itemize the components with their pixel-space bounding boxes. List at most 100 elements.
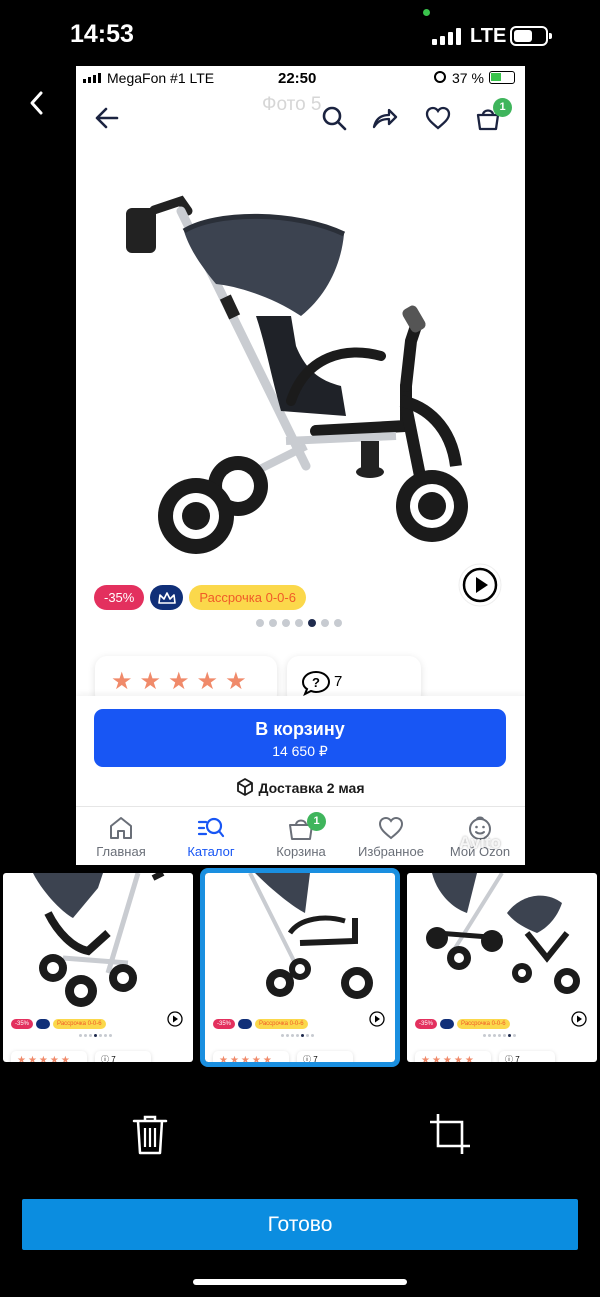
arrow-left-icon[interactable] <box>93 104 121 132</box>
tab-cart[interactable]: Корзина 1 <box>256 808 346 859</box>
tab-home[interactable]: Главная <box>76 808 166 859</box>
pagination-dot <box>295 619 303 627</box>
network-type: LTE <box>470 25 507 47</box>
tab-cart-label: Корзина <box>276 844 326 859</box>
thumbnail-1-questions: ⓘ 7 <box>95 1051 151 1062</box>
premium-crown-badge <box>150 585 184 610</box>
thumbnail-2-discount: -35% <box>213 1019 236 1029</box>
thumbnail-1[interactable]: -35% Рассрочка 0-0-6 ★★★★★ ⓘ 7 <box>3 873 193 1062</box>
discount-badge: -35% <box>94 585 145 610</box>
play-video-icon[interactable] <box>457 562 503 608</box>
question-bubble-icon: ? <box>301 670 331 696</box>
rotation-lock-icon <box>434 71 446 83</box>
box-icon <box>237 778 254 796</box>
tab-home-label: Главная <box>96 844 146 859</box>
os-clock: 14:53 <box>70 20 134 48</box>
thumbnail-3-questions: ⓘ 7 <box>499 1051 555 1062</box>
os-status-bar: 14:53 LTE <box>0 0 600 66</box>
inner-battery-percent: 37 % <box>452 70 484 86</box>
bottom-tab-bar: Главная Каталог Корзина 1 Избранное Мой … <box>76 808 525 865</box>
pagination-dot <box>282 619 290 627</box>
photo-pagination-dots <box>256 619 342 627</box>
star-icon: ★ <box>168 668 190 695</box>
thumbnail-1-stars: ★★★★★ <box>11 1051 87 1062</box>
divider <box>76 806 525 807</box>
trash-icon[interactable] <box>130 1113 170 1157</box>
catalog-search-icon <box>197 817 225 838</box>
thumbnail-2-stars: ★★★★★ <box>213 1051 289 1062</box>
tab-catalog-label: Каталог <box>187 844 235 859</box>
thumbnail-3-crown <box>440 1019 455 1029</box>
thumbnail-3-discount: -35% <box>415 1019 438 1029</box>
home-icon <box>110 817 132 839</box>
thumbnail-1-dots <box>79 1034 112 1037</box>
thumbnail-2-badges: -35% Рассрочка 0-0-6 <box>213 1019 308 1029</box>
thumbnail-3-stars: ★★★★★ <box>415 1051 491 1062</box>
screenshot-preview: MegaFon #1 LTE 22:50 37 % Фото 5 1 -35% … <box>76 66 525 865</box>
star-icon: ★ <box>225 668 247 695</box>
thumbnail-3-installment: Рассрочка 0-0-6 <box>457 1019 510 1029</box>
delivery-label: Доставка 2 мая <box>258 780 365 796</box>
inner-clock: 22:50 <box>278 70 317 87</box>
delivery-info[interactable]: Доставка 2 мая <box>76 778 525 796</box>
thumbnail-1-play-icon <box>167 1011 183 1027</box>
avito-watermark: Avito <box>459 833 501 852</box>
battery-icon <box>510 26 552 46</box>
thumbnail-3-badges: -35% Рассрочка 0-0-6 <box>415 1019 510 1029</box>
pagination-dot <box>321 619 329 627</box>
thumbnail-1-installment: Рассрочка 0-0-6 <box>53 1019 106 1029</box>
search-icon[interactable] <box>320 104 348 132</box>
thumbnail-1-crown <box>36 1019 51 1029</box>
tab-favorites[interactable]: Избранное <box>346 808 436 859</box>
tricycle-product-image[interactable] <box>106 176 506 576</box>
pagination-dot <box>256 619 264 627</box>
svg-text:?: ? <box>312 675 320 690</box>
photo-title: Фото 5 <box>262 94 322 115</box>
heart-icon <box>378 816 404 840</box>
product-badges: -35% Рассрочка 0-0-6 <box>94 585 306 610</box>
star-icon: ★ <box>139 668 162 695</box>
back-chevron-icon[interactable] <box>22 88 52 118</box>
inner-signal-icon <box>83 73 101 83</box>
crown-icon <box>158 591 176 604</box>
thumbnail-3-dots <box>483 1034 516 1037</box>
thumbnail-2-installment: Рассрочка 0-0-6 <box>255 1019 308 1029</box>
thumbnail-1-discount: -35% <box>11 1019 34 1029</box>
star-icon: ★ <box>196 668 219 695</box>
thumbnail-2-crown <box>238 1019 253 1029</box>
thumbnail-1-image <box>33 873 165 1007</box>
add-to-cart-label: В корзину <box>255 719 345 739</box>
home-indicator[interactable] <box>193 1279 407 1285</box>
inner-status-bar: MegaFon #1 LTE 22:50 37 % <box>76 66 525 90</box>
tab-favorites-label: Избранное <box>358 844 424 859</box>
thumbnail-2-questions: ⓘ 7 <box>297 1051 353 1062</box>
privacy-indicator-dot <box>423 9 430 16</box>
rating-stars: ★ ★ ★ ★ ★ <box>111 670 247 694</box>
thumbnail-3-play-icon <box>571 1011 587 1027</box>
thumbnail-2-dots <box>281 1034 314 1037</box>
crop-icon[interactable] <box>428 1112 472 1156</box>
questions-count: 7 <box>334 673 343 690</box>
tab-catalog[interactable]: Каталог <box>166 808 256 859</box>
heart-icon[interactable] <box>424 104 452 132</box>
pagination-dot <box>269 619 277 627</box>
pagination-dot <box>334 619 342 627</box>
cart-count-badge: 1 <box>493 98 512 117</box>
add-to-cart-button[interactable]: В корзину 14 650 ₽ <box>94 709 506 767</box>
tab-cart-badge: 1 <box>307 812 326 831</box>
thumbnail-2-play-icon <box>369 1011 385 1027</box>
price: 14 650 ₽ <box>272 743 328 759</box>
inner-carrier: MegaFon #1 LTE <box>107 70 215 86</box>
installment-badge: Рассрочка 0-0-6 <box>189 585 306 610</box>
pagination-dot <box>308 619 316 627</box>
thumbnail-2-image <box>248 873 373 999</box>
thumbnail-3[interactable]: -35% Рассрочка 0-0-6 ★★★★★ ⓘ 7 <box>407 873 597 1062</box>
thumbnail-2-selected[interactable]: -35% Рассрочка 0-0-6 ★★★★★ ⓘ 7 <box>200 868 400 1067</box>
share-icon[interactable] <box>370 104 398 132</box>
thumbnail-3-image <box>426 873 580 994</box>
signal-icon <box>432 28 461 45</box>
thumbnail-1-badges: -35% Рассрочка 0-0-6 <box>11 1019 106 1029</box>
done-button[interactable]: Готово <box>22 1199 578 1250</box>
star-icon: ★ <box>111 668 133 695</box>
inner-battery-icon <box>489 71 515 84</box>
